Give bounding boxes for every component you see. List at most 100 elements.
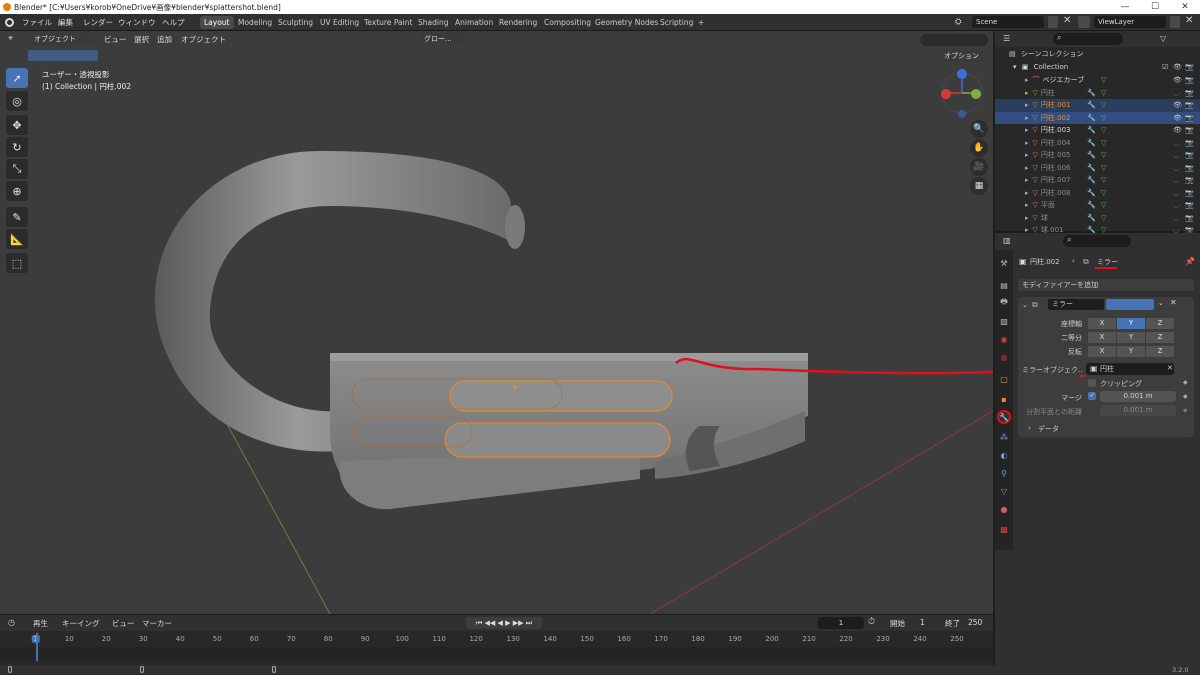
eye-icon[interactable]: ◡ [1173, 162, 1179, 175]
collection-tab[interactable]: ▢ [997, 372, 1011, 386]
close-button[interactable]: ✕ [1170, 0, 1200, 14]
tab-animation[interactable]: Animation [451, 16, 497, 29]
physics-tab[interactable]: ◐ [997, 448, 1011, 462]
expand-icon[interactable]: ▸ [1025, 139, 1029, 147]
tab-uv-editing[interactable]: UV Editing [316, 16, 363, 29]
filter-icon[interactable]: ▽ [1160, 34, 1166, 43]
camera-icon[interactable]: 📷 [1185, 149, 1194, 162]
eye-icon[interactable]: 👁 [1173, 124, 1182, 137]
tab-modeling[interactable]: Modeling [234, 16, 276, 29]
delete-scene-icon[interactable]: ✕ [1063, 15, 1071, 26]
maximize-button[interactable]: ☐ [1140, 0, 1170, 14]
axis-y-toggle[interactable]: Y [1117, 318, 1145, 329]
pan-button[interactable]: ✋ [970, 139, 988, 157]
new-view-layer-icon[interactable] [1170, 16, 1180, 28]
tool-tab[interactable]: ⚒ [997, 256, 1011, 270]
outliner-item[interactable]: ▸ ▽ 平面 🔧 ▽ ◡ 📷 [995, 199, 1200, 212]
tab-shading[interactable]: Shading [414, 16, 452, 29]
texture-tab[interactable]: ▩ [997, 522, 1011, 536]
data-subpanel-label[interactable]: データ [1038, 424, 1059, 434]
view-layer-tab[interactable]: ▧ [997, 314, 1011, 328]
camera-icon[interactable]: 📷 [1185, 99, 1194, 112]
camera-icon[interactable]: 📷 [1185, 187, 1194, 200]
vp-menu-add[interactable]: 追加 [157, 34, 172, 45]
scale-tool-button[interactable]: ⤡ [6, 159, 28, 179]
expand-icon[interactable]: ▸ [1025, 201, 1029, 209]
orientation-select[interactable]: グロー... [420, 33, 470, 45]
flip-z-toggle[interactable]: Z [1146, 346, 1174, 357]
eye-icon[interactable]: ◡ [1173, 149, 1179, 162]
scene-collection-row[interactable]: ▤ シーンコレクション [995, 48, 1200, 61]
add-modifier-button[interactable]: モディファイアーを追加 [1018, 279, 1194, 291]
move-tool-button[interactable]: ✥ [6, 115, 28, 135]
remove-modifier-icon[interactable]: ✕ [1170, 298, 1177, 307]
tab-geometry-nodes[interactable]: Geometry Nodes [591, 16, 662, 29]
modifier-name-field[interactable]: ミラー [1048, 299, 1104, 310]
editor-type-icon[interactable]: ⌖ [8, 34, 13, 44]
ortho-toggle-button[interactable]: ▦ [970, 177, 988, 195]
3d-viewport[interactable]: ⌖ オブジェクト ビュー 選択 追加 オブジェクト グロー... オプション ユ… [0, 31, 993, 614]
merge-checkbox[interactable]: ✓ [1088, 392, 1096, 400]
eye-icon[interactable]: ◡ [1173, 187, 1179, 200]
eye-icon[interactable]: 👁 [1173, 99, 1182, 112]
material-tab[interactable]: ● [997, 502, 1011, 516]
outliner-item[interactable]: ▸ ▽ 円柱.006 🔧 ▽ ◡ 📷 [995, 162, 1200, 175]
camera-icon[interactable]: 📷 [1185, 162, 1194, 175]
outliner-item[interactable]: ▸ ▽ 円柱.003 🔧 ▽ 👁 📷 [995, 124, 1200, 137]
axis-z-toggle[interactable]: Z [1146, 318, 1174, 329]
modifier-menu-icon[interactable]: ⌄ [1158, 299, 1164, 307]
mirror-object-field[interactable]: 円柱 [1086, 363, 1174, 375]
view-layer-icon[interactable] [1078, 16, 1090, 28]
flip-y-toggle[interactable]: Y [1117, 346, 1145, 357]
outliner-item[interactable]: ▸ ▽ 円柱.001 🔧 ▽ 👁 📷 [995, 99, 1200, 112]
object-tab[interactable]: ▪ [997, 392, 1011, 406]
flip-x-toggle[interactable]: X [1088, 346, 1116, 357]
options-button[interactable]: オプション [940, 50, 988, 62]
timeline[interactable]: ◷ 再生 キーイング ビュー マーカー ⏮ ◀◀ ◀ ▶ ▶▶ ⏭ 1 ⏱ 開始… [0, 614, 993, 666]
rotate-tool-button[interactable]: ↻ [6, 137, 28, 157]
clear-mirror-object-icon[interactable]: ✕ [1167, 364, 1173, 372]
menu-render[interactable]: レンダー [83, 17, 113, 28]
expand-icon[interactable]: ▾ [1013, 63, 1017, 71]
camera-icon[interactable]: 📷 [1185, 112, 1194, 125]
new-scene-icon[interactable] [1048, 16, 1058, 28]
outliner-item[interactable]: ▸ ▽ 円柱.005 🔧 ▽ ◡ 📷 [995, 149, 1200, 162]
menu-window[interactable]: ウィンドウ [118, 17, 156, 28]
expand-icon[interactable]: ▸ [1025, 151, 1029, 159]
clipping-keyframe-icon[interactable]: ◆ [1183, 379, 1188, 386]
tab-sculpting[interactable]: Sculpting [274, 16, 317, 29]
outliner-search-input[interactable]: ⌕ [1053, 33, 1123, 45]
add-workspace-button[interactable]: + [694, 16, 708, 29]
zoom-button[interactable]: 🔍 [970, 120, 988, 138]
axis-x-toggle[interactable]: X [1088, 318, 1116, 329]
eye-icon[interactable]: 👁 [1173, 112, 1182, 125]
breadcrumb-modifier[interactable]: ミラー [1097, 257, 1118, 267]
clipping-checkbox[interactable] [1088, 379, 1096, 387]
annotate-tool-button[interactable]: ✎ [6, 207, 28, 227]
view-layer-field[interactable]: ViewLayer [1094, 16, 1166, 28]
shading-buttons[interactable] [920, 34, 988, 46]
minimize-button[interactable]: — [1110, 0, 1140, 14]
expand-icon[interactable]: ▸ [1025, 176, 1029, 184]
camera-icon[interactable]: 📷 [1185, 74, 1194, 87]
camera-icon[interactable]: 📷 [1185, 61, 1194, 74]
camera-icon[interactable]: 📷 [1185, 174, 1194, 187]
tab-rendering[interactable]: Rendering [495, 16, 541, 29]
eye-icon[interactable]: ◡ [1173, 137, 1179, 150]
camera-icon[interactable]: 📷 [1185, 212, 1194, 225]
checkbox-icon[interactable]: ☑ [1162, 61, 1168, 74]
select-mode-buttons[interactable] [28, 50, 98, 61]
timeline-track[interactable] [0, 647, 993, 661]
constraints-tab[interactable]: ⚲ [997, 466, 1011, 480]
expand-icon[interactable]: ▸ [1025, 214, 1029, 222]
expand-icon[interactable]: ▸ [1025, 114, 1029, 122]
tab-layout[interactable]: Layout [200, 16, 234, 29]
tab-compositing[interactable]: Compositing [540, 16, 595, 29]
world-tab[interactable]: ◍ [997, 350, 1011, 364]
scene-field[interactable]: Scene [972, 16, 1044, 28]
camera-icon[interactable]: 📷 [1185, 199, 1194, 212]
output-tab[interactable]: 🖶 [997, 296, 1011, 310]
scene-icon[interactable]: ⛭ [955, 17, 961, 27]
bisect-z-toggle[interactable]: Z [1146, 332, 1174, 343]
select-tool-button[interactable]: ➚ [6, 68, 28, 88]
